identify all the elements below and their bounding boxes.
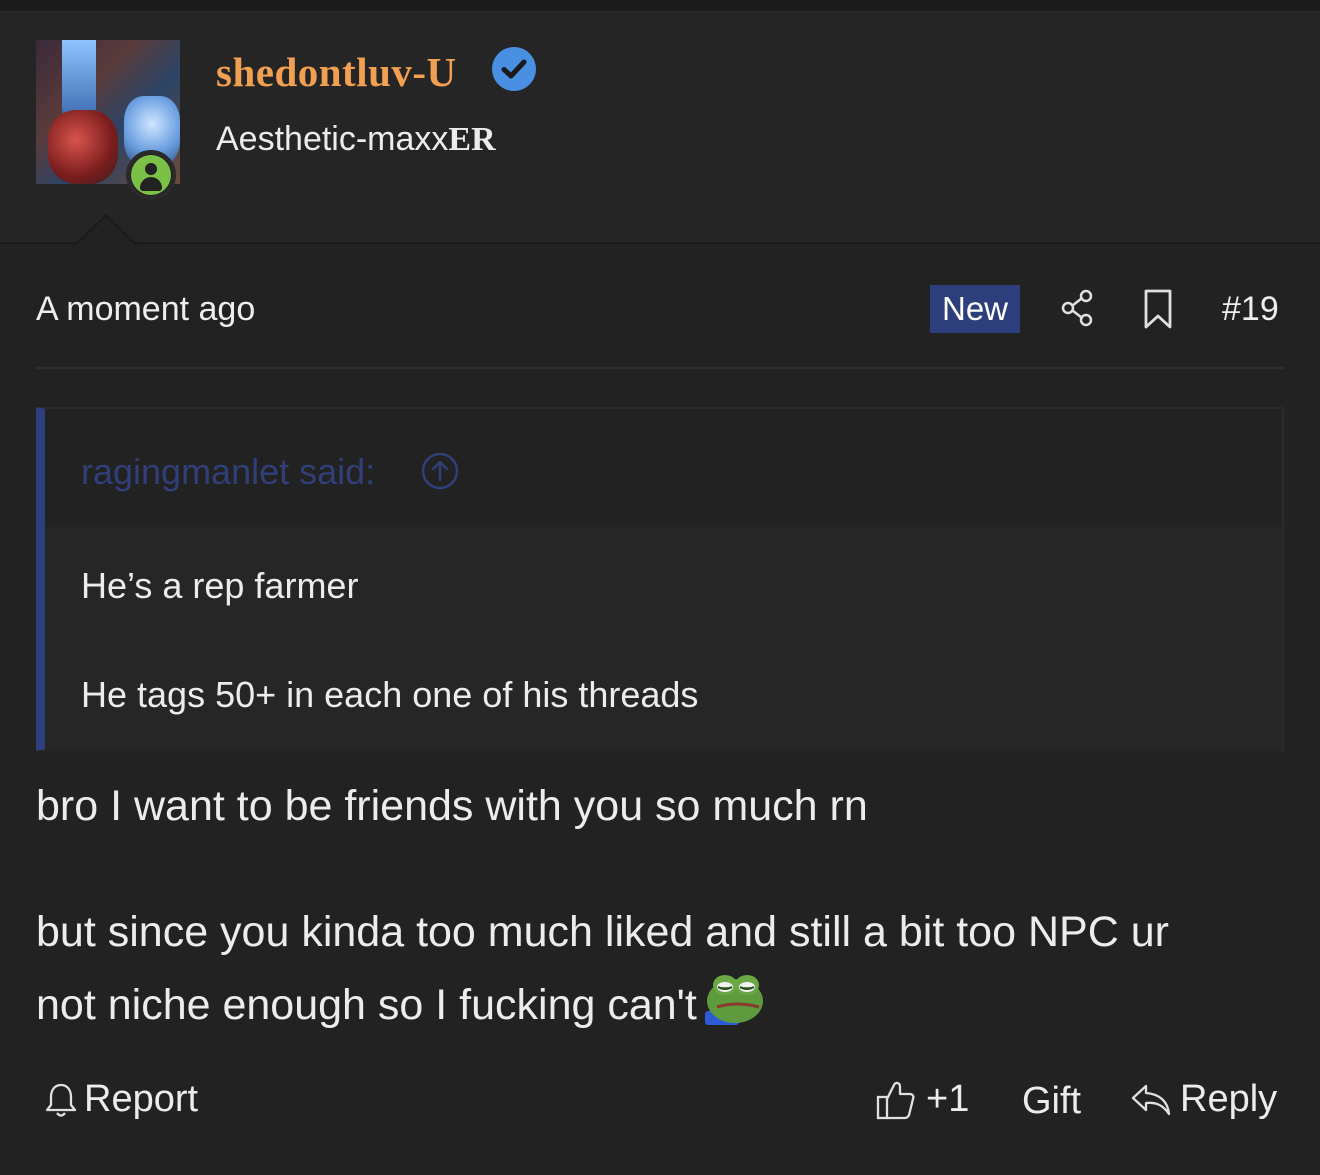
report-button[interactable]: Report	[44, 1078, 198, 1121]
top-strip	[0, 0, 1320, 12]
post-time[interactable]: A moment ago	[36, 290, 255, 329]
message-text: but since you kinda too much liked and s…	[36, 908, 1169, 956]
bell-icon	[45, 1083, 77, 1117]
online-user-icon	[126, 150, 176, 200]
user-title-suffix: ER	[448, 121, 496, 158]
post-actions: Report +1 Gift Reply	[36, 1072, 1284, 1132]
username[interactable]: shedontluv-U	[216, 48, 457, 96]
share-icon[interactable]	[1060, 288, 1096, 328]
user-title: Aesthetic-maxxER	[216, 120, 496, 159]
quote-header: ragingmanlet said:	[45, 409, 1282, 526]
header-notch	[74, 214, 138, 246]
verified-badge-icon	[492, 47, 536, 91]
gift-button[interactable]: Gift	[1022, 1080, 1081, 1123]
quote-text: He tags 50+ in each one of his threads	[81, 674, 699, 715]
quote-body: He’s a rep farmer He tags 50+ in each on…	[45, 527, 1282, 751]
quote-block: ragingmanlet said: He’s a rep farmer He …	[36, 407, 1284, 751]
avatar-art	[62, 40, 96, 120]
report-label: Report	[84, 1078, 199, 1120]
pepe-emoji	[704, 975, 763, 1025]
post-header	[0, 12, 1320, 244]
like-button[interactable]: +1	[876, 1078, 969, 1121]
thumbs-up-icon	[876, 1081, 915, 1119]
message-text: bro I want to be friends with you so muc…	[36, 782, 868, 830]
arrow-up-circle-icon[interactable]	[420, 451, 460, 491]
avatar-art	[48, 110, 118, 184]
like-count: +1	[926, 1078, 970, 1120]
divider	[36, 367, 1284, 369]
quote-author[interactable]: ragingmanlet said:	[81, 451, 375, 493]
new-badge: New	[930, 285, 1020, 333]
reply-label: Reply	[1180, 1078, 1278, 1120]
reply-button[interactable]: Reply	[1130, 1078, 1277, 1121]
post-meta: A moment ago New #19	[36, 284, 1284, 336]
user-title-prefix: Aesthetic-maxx	[216, 120, 449, 158]
message-text: not niche enough so I fucking can't	[36, 981, 697, 1029]
reply-arrow-icon	[1131, 1084, 1171, 1115]
bookmark-icon[interactable]	[1142, 288, 1174, 330]
quote-text: He’s a rep farmer	[81, 565, 359, 606]
post-number[interactable]: #19	[1222, 290, 1279, 329]
message-text-line: not niche enough so I fucking can't	[36, 971, 765, 1030]
